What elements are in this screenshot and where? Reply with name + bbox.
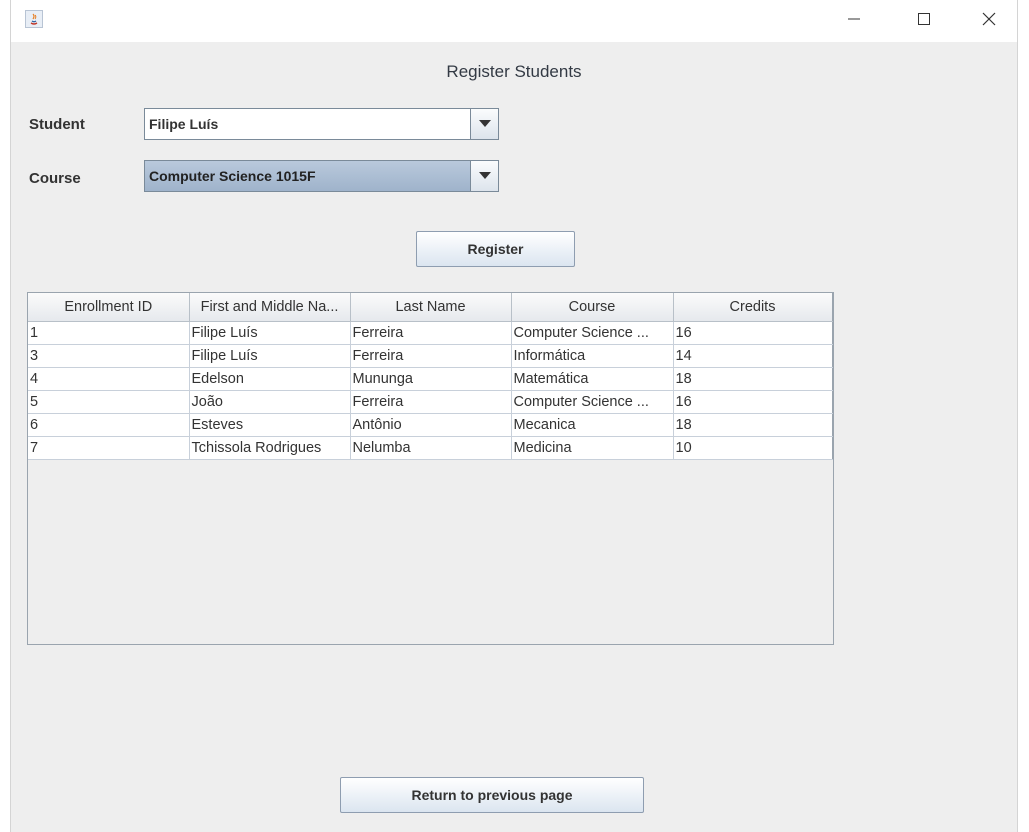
course-select-value: Computer Science 1015F [149,168,316,184]
maximize-button[interactable] [901,0,947,38]
student-label: Student [29,116,85,133]
table-cell[interactable]: Nelumba [350,436,512,460]
table-cell[interactable]: Informática [511,344,674,368]
table-cell[interactable]: 1 [28,321,190,345]
title-bar[interactable] [11,0,1017,42]
table-cell[interactable]: Tchissola Rodrigues [189,436,351,460]
table-cell[interactable]: Medicina [511,436,674,460]
table-cell[interactable]: Filipe Luís [189,344,351,368]
column-header[interactable]: Course [511,293,674,322]
table-cell[interactable]: 10 [673,436,833,460]
table-cell[interactable]: 3 [28,344,190,368]
table-cell[interactable]: 5 [28,390,190,414]
table-cell[interactable]: Esteves [189,413,351,437]
table-cell[interactable]: 6 [28,413,190,437]
table-cell[interactable]: Antônio [350,413,512,437]
chevron-down-icon[interactable] [470,109,498,139]
close-button[interactable] [966,0,1012,38]
table-cell[interactable]: Mununga [350,367,512,391]
table-row[interactable]: 4 Edelson Mununga Matemática 18 [28,367,833,391]
column-header[interactable]: Enrollment ID [28,293,190,322]
return-button[interactable]: Return to previous page [340,777,644,813]
table-cell[interactable]: Computer Science ... [511,390,674,414]
java-app-icon [25,10,43,28]
table-row[interactable]: 3 Filipe Luís Ferreira Informática 14 [28,344,833,368]
app-window: Register Students Student Filipe Luís Co… [10,0,1018,832]
table-row[interactable]: 7 Tchissola Rodrigues Nelumba Medicina 10 [28,436,833,460]
register-button[interactable]: Register [416,231,575,267]
course-select[interactable]: Computer Science 1015F [144,160,499,192]
page-title: Register Students [446,62,582,81]
column-header[interactable]: Credits [673,293,833,322]
maximize-icon [918,13,930,25]
enrollment-table[interactable]: Enrollment ID First and Middle Na... Last … [27,292,834,645]
table-cell[interactable]: 4 [28,367,190,391]
minimize-icon [848,18,860,20]
table-cell[interactable]: Computer Science ... [511,321,674,345]
table-header-row: Enrollment ID First and Middle Na... Last … [28,293,833,322]
chevron-down-icon[interactable] [470,161,498,191]
table-cell[interactable]: Mecanica [511,413,674,437]
table-cell[interactable]: Ferreira [350,344,512,368]
close-icon [982,12,996,26]
table-cell[interactable]: Edelson [189,367,351,391]
student-select[interactable]: Filipe Luís [144,108,499,140]
student-select-value: Filipe Luís [149,116,219,132]
table-cell[interactable]: 18 [673,367,833,391]
course-label: Course [29,170,81,187]
enrollment-grid: Enrollment ID First and Middle Na... Last … [28,293,833,460]
table-cell[interactable]: Filipe Luís [189,321,351,345]
table-row[interactable]: 6 Esteves Antônio Mecanica 18 [28,413,833,437]
table-row[interactable]: 1 Filipe Luís Ferreira Computer Science ...… [28,321,833,345]
table-row[interactable]: 5 João Ferreira Computer Science ... 16 [28,390,833,414]
column-header[interactable]: First and Middle Na... [189,293,351,322]
table-cell[interactable]: Matemática [511,367,674,391]
table-cell[interactable]: João [189,390,351,414]
table-cell[interactable]: Ferreira [350,321,512,345]
table-cell[interactable]: Ferreira [350,390,512,414]
table-cell[interactable]: 16 [673,390,833,414]
minimize-button[interactable] [831,0,877,38]
table-cell[interactable]: 18 [673,413,833,437]
table-cell[interactable]: 14 [673,344,833,368]
column-header[interactable]: Last Name [350,293,512,322]
table-cell[interactable]: 16 [673,321,833,345]
table-cell[interactable]: 7 [28,436,190,460]
